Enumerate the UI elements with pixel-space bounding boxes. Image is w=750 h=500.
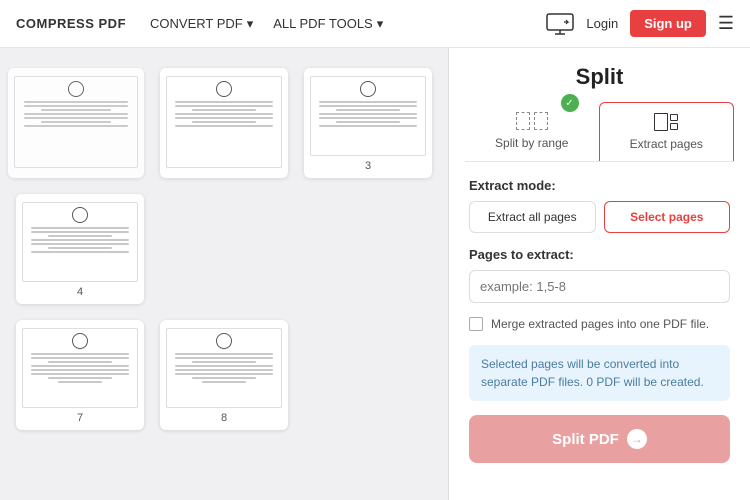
merge-row: Merge extracted pages into one PDF file. [449, 317, 750, 345]
login-button[interactable]: Login [586, 16, 618, 31]
monitor-icon [546, 13, 574, 35]
select-pages-button[interactable]: Select pages [604, 201, 731, 233]
pdf-thumbnail [160, 68, 288, 178]
chevron-down-icon: ▾ [377, 16, 384, 32]
chevron-down-icon: ▾ [247, 16, 254, 32]
tab-label: Extract pages [630, 137, 703, 151]
signup-button[interactable]: Sign up [630, 10, 706, 37]
extract-pages-icon [654, 113, 678, 131]
extract-mode-row: Extract all pages Select pages [449, 201, 750, 247]
page-number: 8 [221, 412, 227, 424]
hamburger-icon[interactable]: ☰ [718, 13, 734, 34]
pdf-thumbnail: 4 [16, 194, 144, 304]
tab-split-range[interactable]: Split by range ✓ [465, 102, 599, 161]
mode-tabs: Split by range ✓ Extract pages [465, 102, 734, 162]
pages-input[interactable] [469, 270, 730, 303]
pdf-thumbnail: 7 [16, 320, 144, 430]
tab-extract-pages[interactable]: Extract pages [599, 102, 735, 161]
arrow-icon: → [627, 429, 647, 449]
page-number: 4 [77, 286, 83, 298]
pdf-thumbnail [8, 68, 144, 178]
panel-title: Split [449, 48, 750, 102]
header-right: Login Sign up ☰ [546, 10, 734, 37]
nav-convert-pdf[interactable]: CONVERT PDF ▾ [150, 16, 253, 32]
pdf-thumbnail: 8 [160, 320, 288, 430]
brand-logo: COMPRESS PDF [16, 16, 126, 31]
info-box: Selected pages will be converted into se… [469, 345, 730, 401]
extract-mode-label: Extract mode: [449, 178, 750, 201]
merge-label: Merge extracted pages into one PDF file. [491, 317, 709, 331]
nav-all-tools[interactable]: ALL PDF TOOLS ▾ [273, 16, 383, 32]
main-layout: 3 4 [0, 48, 750, 500]
split-pdf-button[interactable]: Split PDF → [469, 415, 730, 463]
pages-input-section: Pages to extract: [449, 247, 750, 317]
page-number: 7 [77, 412, 83, 424]
info-text: Selected pages will be converted into se… [481, 355, 718, 391]
pages-to-extract-label: Pages to extract: [469, 247, 730, 270]
split-range-icon [516, 112, 548, 130]
merge-checkbox[interactable] [469, 317, 483, 331]
check-badge: ✓ [561, 94, 579, 112]
header: COMPRESS PDF CONVERT PDF ▾ ALL PDF TOOLS… [0, 0, 750, 48]
pdf-thumbnail: 3 [304, 68, 432, 178]
main-nav: CONVERT PDF ▾ ALL PDF TOOLS ▾ [150, 16, 383, 32]
pdf-panel: 3 4 [0, 48, 448, 500]
page-number: 3 [365, 160, 371, 172]
right-panel: Split Split by range ✓ [448, 48, 750, 500]
split-pdf-label: Split PDF [552, 431, 619, 448]
extract-all-pages-button[interactable]: Extract all pages [469, 201, 596, 233]
tab-label: Split by range [495, 136, 568, 150]
